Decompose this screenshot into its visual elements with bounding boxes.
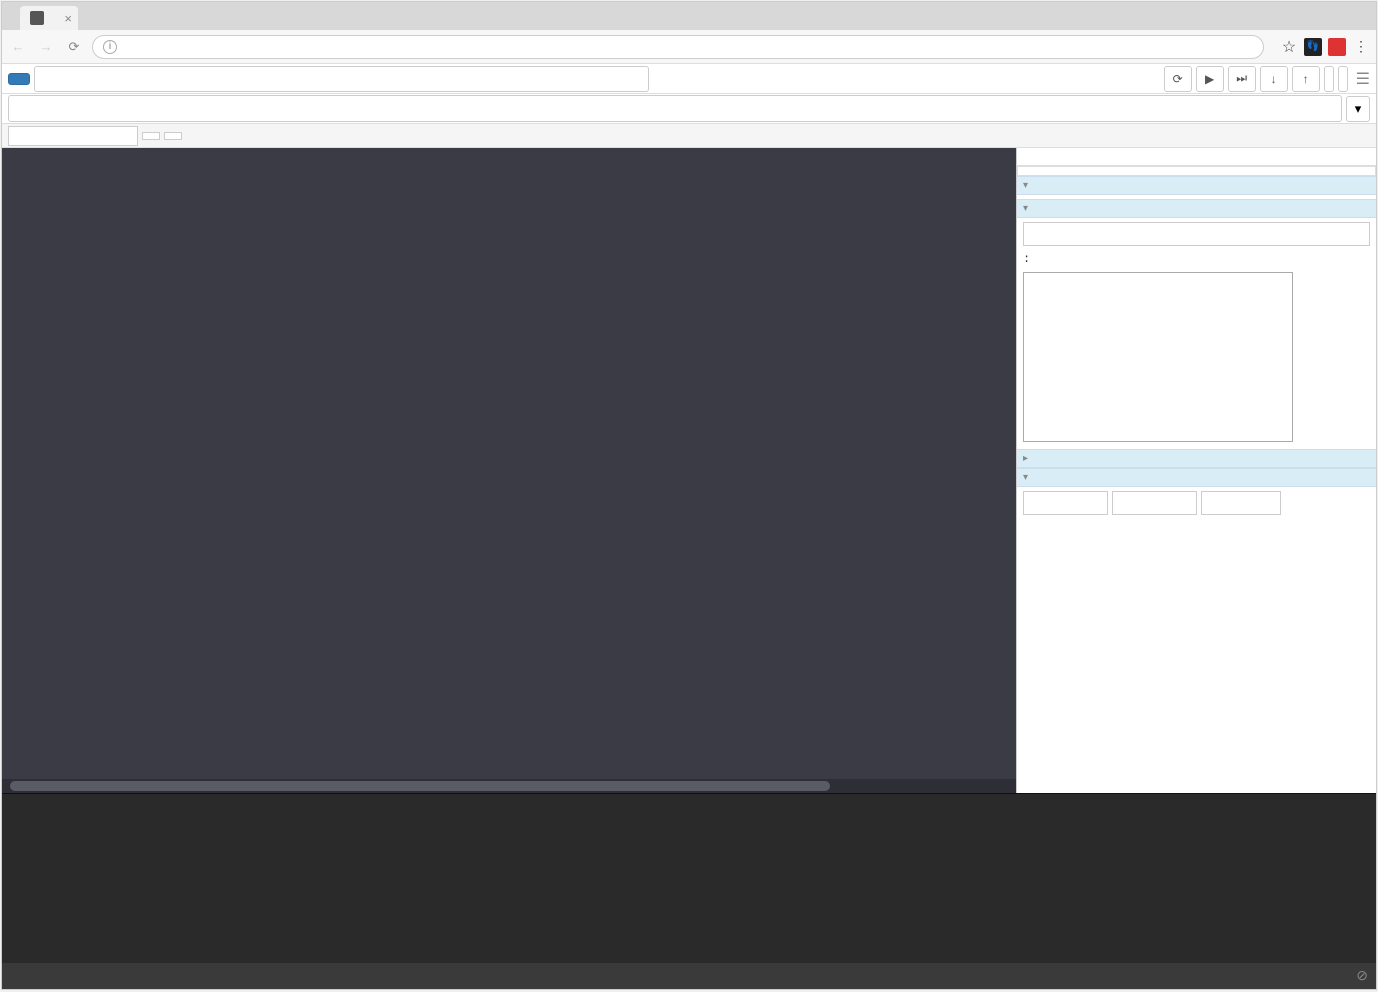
source-bar: ▾: [2, 94, 1376, 124]
pause-icon[interactable]: ⏭: [1228, 66, 1256, 92]
restart-icon[interactable]: ⟳: [1164, 66, 1192, 92]
extension-icon-2[interactable]: [1328, 38, 1346, 56]
load-binary-button[interactable]: [8, 73, 30, 85]
code-panel: [2, 148, 1016, 793]
app-toolbar: ⟳ ▶ ⏭ ↓ ↑ ☰: [2, 64, 1376, 94]
expression-result: :: [1017, 250, 1376, 268]
nav-forward-icon[interactable]: →: [36, 39, 56, 54]
gdb-command-input[interactable]: [18, 969, 1356, 984]
next-instruction-button[interactable]: [1324, 66, 1334, 92]
extension-icon-1[interactable]: 👣: [1304, 38, 1322, 56]
reload-file-button[interactable]: [164, 132, 182, 140]
binary-path-input[interactable]: [34, 66, 649, 92]
url-input[interactable]: i: [92, 35, 1264, 59]
step-instruction-button[interactable]: [1338, 66, 1348, 92]
expression-input[interactable]: [1023, 222, 1370, 246]
section-tree-header[interactable]: ▸: [1017, 449, 1376, 468]
bookmark-star-icon[interactable]: ☆: [1280, 38, 1298, 56]
gdb-console: [2, 793, 1376, 963]
nav-back-icon[interactable]: ←: [8, 39, 28, 54]
section-expressions-header[interactable]: ▾: [1017, 199, 1376, 218]
source-dropdown-icon[interactable]: ▾: [1346, 96, 1370, 122]
chevron-down-icon: ▾: [1023, 203, 1028, 214]
memory-more-link[interactable]: [1023, 527, 1370, 535]
site-info-icon[interactable]: i: [103, 40, 117, 54]
memory-end-input[interactable]: [1112, 491, 1197, 515]
jump-to-line-input[interactable]: [8, 126, 138, 146]
memory-start-input[interactable]: [1023, 491, 1108, 515]
browser-menu-icon[interactable]: ⋮: [1352, 38, 1370, 56]
chevron-down-icon: ▾: [1023, 180, 1028, 191]
favicon: [30, 11, 44, 25]
reload-icon[interactable]: ⟳: [64, 39, 84, 55]
expression-chart: [1023, 272, 1370, 445]
memory-table: [1017, 519, 1376, 535]
step-up-icon[interactable]: ↑: [1292, 66, 1320, 92]
sub-toolbar: [2, 124, 1376, 148]
continue-icon[interactable]: ▶: [1196, 66, 1224, 92]
memory-cols-input[interactable]: [1201, 491, 1281, 515]
source-path-input[interactable]: [8, 95, 1342, 122]
hamburger-icon[interactable]: ☰: [1356, 69, 1370, 89]
stack-frame-row[interactable]: [1017, 166, 1376, 176]
chevron-right-icon: ▸: [1023, 453, 1028, 464]
right-panel: ▾ ▾ : ▸ ▾: [1016, 148, 1376, 793]
section-locals-header[interactable]: ▾: [1017, 176, 1376, 195]
step-down-icon[interactable]: ↓: [1260, 66, 1288, 92]
url-bar: ← → ⟳ i ☆ 👣 ⋮: [2, 30, 1376, 64]
clear-console-icon[interactable]: ⊘: [1356, 968, 1368, 985]
fetch-disassembly-button[interactable]: [142, 132, 160, 140]
tab-close-icon[interactable]: ×: [64, 11, 72, 26]
section-memory-header[interactable]: ▾: [1017, 468, 1376, 487]
chevron-down-icon: ▾: [1023, 472, 1028, 483]
horizontal-scrollbar[interactable]: [2, 779, 1016, 793]
tab-strip: ×: [2, 2, 1376, 30]
browser-tab[interactable]: ×: [20, 6, 78, 30]
gdb-input-bar: ⊘: [2, 963, 1376, 989]
